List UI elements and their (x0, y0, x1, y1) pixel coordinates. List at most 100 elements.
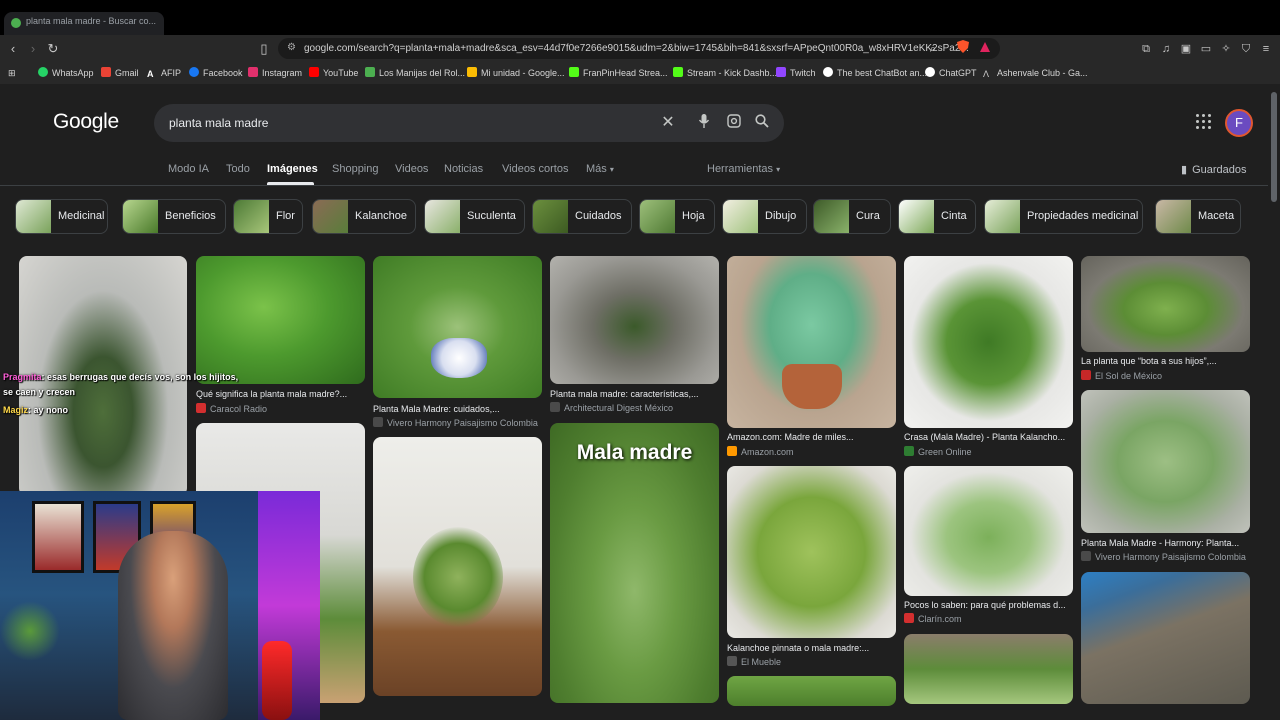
chip-propiedades-medicinal[interactable]: Propiedades medicinal (984, 199, 1143, 234)
chat-username: Magiz (3, 405, 29, 415)
wallet-icon[interactable]: ▭ (1197, 40, 1215, 58)
tab-imagenes[interactable]: Imágenes (267, 163, 318, 175)
saved-button[interactable]: ▮ Guardados (1181, 163, 1247, 176)
result-image[interactable] (550, 256, 719, 384)
browser-tab[interactable]: planta mala madre - Buscar co... (4, 12, 164, 35)
chip-hoja[interactable]: Hoja (639, 199, 715, 234)
chip-kalanchoe[interactable]: Kalanchoe (312, 199, 416, 234)
bookmark-whatsapp[interactable]: WhatsApp (38, 66, 94, 80)
result-image[interactable] (904, 466, 1073, 596)
clear-search-icon[interactable]: ✕ (659, 114, 677, 132)
account-avatar[interactable]: F (1225, 109, 1253, 137)
result-image[interactable] (727, 466, 896, 638)
bookmark-chatgpt[interactable]: ChatGPT (925, 66, 977, 80)
leo-icon[interactable]: ✧ (1217, 40, 1235, 58)
result-caption[interactable]: Planta mala madre: características,... (550, 389, 719, 399)
tools-button[interactable]: Herramientas ▾ (707, 163, 780, 175)
forward-arrow-icon[interactable]: › (24, 40, 42, 58)
tab-videos-cortos[interactable]: Videos cortos (502, 163, 568, 175)
result-image[interactable] (196, 256, 365, 384)
site-info-icon[interactable]: ⚙ (287, 42, 296, 53)
bookmark-twitch[interactable]: Twitch (776, 66, 816, 80)
chat-text: se caen y crecen (3, 387, 76, 397)
lens-camera-icon[interactable] (725, 114, 743, 132)
address-bar[interactable]: ⚙ google.com/search?q=planta+mala+madre&… (278, 38, 1000, 59)
result-caption[interactable]: Crasa (Mala Madre) - Planta Kalancho... (904, 432, 1073, 442)
result-source[interactable]: Vivero Harmony Paisajismo Colombia (373, 417, 542, 428)
result-source[interactable]: El Mueble (727, 656, 896, 667)
result-image[interactable] (373, 256, 542, 398)
tab-modo-ia[interactable]: Modo IA (168, 163, 209, 175)
result-source[interactable]: El Sol de México (1081, 370, 1250, 381)
chip-cuidados[interactable]: Cuidados (532, 199, 632, 234)
result-caption[interactable]: Planta Mala Madre - Harmony: Planta... (1081, 538, 1250, 548)
bookmark-icon[interactable]: ▯ (255, 40, 273, 58)
vpn-icon[interactable]: ⛉ (1237, 40, 1255, 58)
sidebar-icon[interactable]: ▣ (1177, 40, 1195, 58)
media-icon[interactable]: ♫ (1157, 40, 1175, 58)
result-image[interactable] (727, 256, 896, 428)
result-caption[interactable]: Qué significa la planta mala madre?... (196, 389, 365, 399)
google-logo[interactable]: Google (53, 110, 119, 134)
chip-cinta[interactable]: Cinta (898, 199, 976, 234)
result-source[interactable]: Architectural Digest México (550, 402, 719, 413)
chip-suculenta[interactable]: Suculenta (424, 199, 525, 234)
bookmark-chatbot[interactable]: The best ChatBot an... (823, 66, 927, 80)
chip-cura[interactable]: Cura (813, 199, 891, 234)
result-source[interactable]: Vivero Harmony Paisajismo Colombia (1081, 551, 1250, 562)
zoom-icon[interactable]: ⌕ (924, 40, 942, 58)
tab-videos[interactable]: Videos (395, 163, 428, 175)
result-image[interactable] (904, 634, 1073, 704)
menu-icon[interactable]: ≡ (1257, 40, 1275, 58)
result-caption[interactable]: Kalanchoe pinnata o mala madre:... (727, 643, 896, 653)
bookmark-gmail[interactable]: Gmail (101, 66, 139, 80)
bookmark-kick-dashboard[interactable]: Stream - Kick Dashb... (673, 66, 777, 80)
bookmark-los-manijas[interactable]: Los Manijas del Rol... (365, 66, 465, 80)
microphone-icon[interactable] (695, 114, 713, 132)
result-image[interactable] (1081, 256, 1250, 352)
chip-flor[interactable]: Flor (233, 199, 303, 234)
result-source[interactable]: Clarín.com (904, 613, 1073, 624)
brave-rewards-icon[interactable] (976, 40, 994, 58)
result-caption[interactable]: Amazon.com: Madre de miles... (727, 432, 896, 442)
tab-mas[interactable]: Más ▾ (586, 163, 614, 175)
bookmark-youtube[interactable]: YouTube (309, 66, 358, 80)
result-image[interactable] (373, 437, 542, 696)
result-source[interactable]: Amazon.com (727, 446, 896, 457)
bookmark-facebook[interactable]: Facebook (189, 66, 243, 80)
brave-shield-icon[interactable] (954, 40, 972, 58)
result-image[interactable] (1081, 572, 1250, 704)
page-scrollbar[interactable] (1268, 84, 1280, 720)
result-image[interactable]: Mala madre (550, 423, 719, 703)
back-arrow-icon[interactable]: ‹ (4, 40, 22, 58)
scrollbar-thumb[interactable] (1271, 92, 1277, 202)
chevron-down-icon: ▾ (776, 165, 781, 174)
result-image[interactable] (904, 256, 1073, 428)
chip-maceta[interactable]: Maceta (1155, 199, 1241, 234)
bookmark-ashenvale[interactable]: Λ Ashenvale Club - Ga... (983, 66, 1088, 80)
result-image[interactable] (727, 676, 896, 706)
reload-icon[interactable]: ↻ (44, 40, 62, 58)
apps-grid-icon[interactable]: ⊞ (8, 66, 16, 80)
bookmark-franpinhead[interactable]: FranPinHead Strea... (569, 66, 668, 80)
chip-beneficios[interactable]: Beneficios (122, 199, 226, 234)
tab-shopping[interactable]: Shopping (332, 163, 379, 175)
chip-dibujo[interactable]: Dibujo (722, 199, 807, 234)
result-source[interactable]: Green Online (904, 446, 1073, 457)
search-box[interactable]: ✕ (154, 104, 784, 142)
bookmark-afip[interactable]: A AFIP (147, 66, 181, 80)
tab-noticias[interactable]: Noticias (444, 163, 483, 175)
search-icon[interactable] (753, 114, 771, 132)
chip-medicinal[interactable]: Medicinal (15, 199, 108, 234)
result-image[interactable] (1081, 390, 1250, 533)
tab-todo[interactable]: Todo (226, 163, 250, 175)
result-source[interactable]: Caracol Radio (196, 403, 365, 414)
search-input[interactable] (169, 114, 649, 132)
bookmark-instagram[interactable]: Instagram (248, 66, 302, 80)
extensions-icon[interactable]: ⧉ (1137, 40, 1155, 58)
google-apps-icon[interactable] (1196, 114, 1212, 130)
result-caption[interactable]: Planta Mala Madre: cuidados,... (373, 404, 542, 414)
result-caption[interactable]: Pocos lo saben: para qué problemas d... (904, 600, 1073, 610)
result-caption[interactable]: La planta que “bota a sus hijos”,... (1081, 356, 1250, 366)
bookmark-google-drive[interactable]: Mi unidad - Google... (467, 66, 565, 80)
